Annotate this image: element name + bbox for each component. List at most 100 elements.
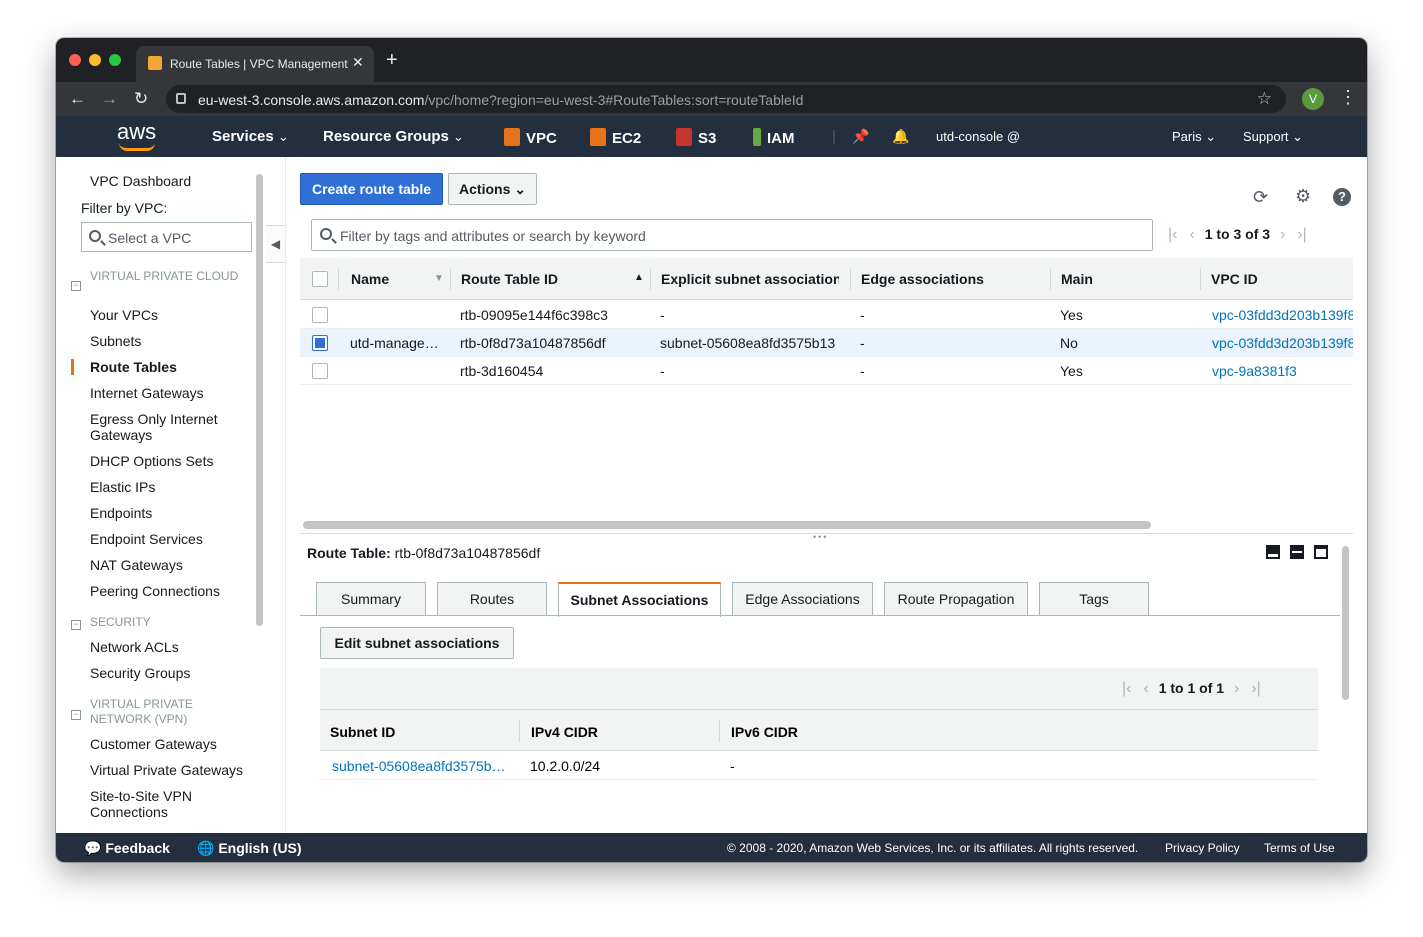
close-tab-icon[interactable]: ✕ <box>352 54 364 71</box>
table-row[interactable]: rtb-09095e144f6c398c3 - - Yes vpc-03fdd3… <box>300 301 1353 329</box>
column-header-ipv6-cidr[interactable]: IPv6 CIDR <box>731 724 798 740</box>
last-page-icon[interactable]: ›| <box>1297 226 1306 243</box>
row-checkbox[interactable] <box>312 335 328 351</box>
shortcut-vpc[interactable]: VPC <box>504 128 557 147</box>
row-checkbox[interactable] <box>312 363 328 379</box>
collapse-section-icon[interactable]: − <box>71 620 81 630</box>
row-vpc-link[interactable]: vpc-9a8381f3 <box>1212 363 1353 379</box>
sidebar-item-egress-only-gateways[interactable]: Egress Only Internet Gateways <box>90 411 240 443</box>
sidebar-scrollbar[interactable] <box>256 174 263 626</box>
next-page-icon[interactable]: › <box>1234 680 1239 697</box>
next-page-icon[interactable]: › <box>1280 226 1285 243</box>
column-header-subnet-id[interactable]: Subnet ID <box>330 724 395 740</box>
row-checkbox[interactable] <box>312 307 328 323</box>
layout-split-icon[interactable] <box>1290 545 1304 559</box>
resource-groups-menu[interactable]: Resource Groups ⌄ <box>323 128 464 145</box>
column-header-name[interactable]: Name <box>351 271 389 287</box>
route-table-search-input[interactable]: Filter by tags and attributes or search … <box>311 219 1153 251</box>
account-menu[interactable]: utd-console @ <box>936 129 1020 144</box>
language-selector[interactable]: 🌐 English (US) <box>197 840 302 857</box>
table-row[interactable]: rtb-3d160454 - - Yes vpc-9a8381f3 <box>300 357 1353 385</box>
sidebar-item-your-vpcs[interactable]: Your VPCs <box>90 307 158 323</box>
sidebar-item-internet-gateways[interactable]: Internet Gateways <box>90 385 204 401</box>
row-vpc-link[interactable]: vpc-03fdd3d203b139f8 <box>1212 335 1353 351</box>
services-menu[interactable]: Services ⌄ <box>212 128 289 145</box>
maximize-window-button[interactable] <box>109 54 121 66</box>
help-icon[interactable]: ? <box>1333 188 1351 206</box>
layout-bottom-icon[interactable] <box>1266 545 1280 559</box>
edit-subnet-associations-button[interactable]: Edit subnet associations <box>320 627 514 659</box>
tab-route-propagation[interactable]: Route Propagation <box>884 582 1028 616</box>
tab-summary[interactable]: Summary <box>316 582 426 616</box>
tab-edge-associations[interactable]: Edge Associations <box>732 582 873 616</box>
tab-routes[interactable]: Routes <box>437 582 547 616</box>
row-vpc-link[interactable]: vpc-03fdd3d203b139f8 <box>1212 307 1353 323</box>
prev-page-icon[interactable]: ‹ <box>1143 680 1148 697</box>
feedback-link[interactable]: 💬 Feedback <box>84 840 170 857</box>
aws-logo[interactable]: aws <box>117 121 157 151</box>
sidebar-item-virtual-private-gateways[interactable]: Virtual Private Gateways <box>90 762 243 778</box>
tab-subnet-associations[interactable]: Subnet Associations <box>558 582 721 617</box>
privacy-policy-link[interactable]: Privacy Policy <box>1165 841 1240 855</box>
sidebar-item-security-groups[interactable]: Security Groups <box>90 665 190 681</box>
column-header-explicit-subnet[interactable]: Explicit subnet association <box>661 271 839 287</box>
subnet-row[interactable]: subnet-05608ea8fd3575b… 10.2.0.0/24 - <box>320 752 1318 780</box>
pin-icon[interactable]: 📌 <box>852 128 869 145</box>
sort-down-icon[interactable]: ▼ <box>434 273 444 284</box>
table-horizontal-scrollbar[interactable] <box>303 521 1151 529</box>
sidebar-item-peering-connections[interactable]: Peering Connections <box>90 583 220 599</box>
detail-scrollbar[interactable] <box>1342 546 1349 700</box>
collapse-sidebar-button[interactable]: ◀ <box>266 225 286 263</box>
sidebar-item-network-acls[interactable]: Network ACLs <box>90 639 179 655</box>
select-all-checkbox[interactable] <box>312 271 328 287</box>
create-route-table-button[interactable]: Create route table <box>300 173 443 205</box>
reload-icon[interactable]: ↻ <box>134 89 148 109</box>
terms-of-use-link[interactable]: Terms of Use <box>1264 841 1335 855</box>
column-header-edge-associations[interactable]: Edge associations <box>861 271 984 287</box>
browser-menu-icon[interactable]: ⋮ <box>1339 87 1357 108</box>
new-tab-button[interactable]: + <box>386 50 398 70</box>
sidebar-item-site-to-site-vpn[interactable]: Site-to-Site VPN Connections <box>90 788 230 820</box>
sidebar-item-vpc-dashboard[interactable]: VPC Dashboard <box>90 173 191 189</box>
vpc-filter-select[interactable]: Select a VPC <box>81 222 252 252</box>
sidebar-item-endpoints[interactable]: Endpoints <box>90 505 152 521</box>
layout-full-icon[interactable] <box>1314 545 1328 559</box>
sidebar-item-subnets[interactable]: Subnets <box>90 333 141 349</box>
minimize-window-button[interactable] <box>89 54 101 66</box>
sidebar-item-dhcp-options[interactable]: DHCP Options Sets <box>90 453 213 469</box>
profile-avatar[interactable]: V <box>1302 88 1324 110</box>
refresh-icon[interactable]: ⟳ <box>1253 187 1268 208</box>
sidebar-item-endpoint-services[interactable]: Endpoint Services <box>90 531 203 547</box>
sidebar-item-customer-gateways[interactable]: Customer Gateways <box>90 736 217 752</box>
shortcut-iam[interactable]: IAM <box>753 128 795 147</box>
collapse-section-icon[interactable]: − <box>71 281 81 291</box>
gear-icon[interactable]: ⚙ <box>1295 186 1311 207</box>
address-bar[interactable]: eu-west-3.console.aws.amazon.com/vpc/hom… <box>166 85 1286 113</box>
close-window-button[interactable] <box>69 54 81 66</box>
last-page-icon[interactable]: ›| <box>1251 680 1260 697</box>
first-page-icon[interactable]: |‹ <box>1122 680 1131 697</box>
support-menu[interactable]: Support ⌄ <box>1243 129 1303 145</box>
shortcut-ec2[interactable]: EC2 <box>590 128 641 147</box>
column-header-main[interactable]: Main <box>1061 271 1093 287</box>
sidebar-item-nat-gateways[interactable]: NAT Gateways <box>90 557 183 573</box>
column-header-vpc-id[interactable]: VPC ID <box>1211 271 1258 287</box>
table-row[interactable]: utd-manage… rtb-0f8d73a10487856df subnet… <box>300 329 1353 357</box>
shortcut-s3[interactable]: S3 <box>676 128 716 147</box>
column-header-route-table-id[interactable]: Route Table ID <box>461 271 558 287</box>
tab-tags[interactable]: Tags <box>1039 582 1149 616</box>
subnet-id-link[interactable]: subnet-05608ea8fd3575b… <box>332 758 510 774</box>
sidebar-item-route-tables[interactable]: Route Tables <box>90 359 177 375</box>
back-icon[interactable]: ← <box>69 89 86 109</box>
bell-icon[interactable]: 🔔 <box>892 128 909 145</box>
bookmark-star-icon[interactable]: ☆ <box>1257 89 1272 109</box>
sort-up-icon[interactable]: ▲ <box>634 272 644 283</box>
actions-button[interactable]: Actions ⌄ <box>448 173 537 205</box>
forward-icon[interactable]: → <box>101 89 118 109</box>
first-page-icon[interactable]: |‹ <box>1168 226 1177 243</box>
prev-page-icon[interactable]: ‹ <box>1189 226 1194 243</box>
browser-tab[interactable]: Route Tables | VPC Management ✕ <box>136 46 374 82</box>
sidebar-item-elastic-ips[interactable]: Elastic IPs <box>90 479 155 495</box>
collapse-section-icon[interactable]: − <box>71 710 81 720</box>
region-menu[interactable]: Paris ⌄ <box>1172 129 1216 145</box>
